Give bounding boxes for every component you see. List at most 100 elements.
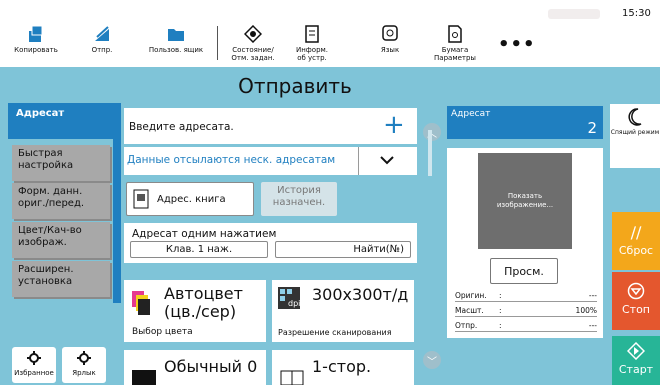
- top-toolbar: Копировать Отпр. Пользов. ящик Состояние…: [0, 0, 660, 67]
- add-destination-icon[interactable]: +: [383, 112, 405, 138]
- language-label: Язык: [380, 46, 400, 54]
- favorites-button[interactable]: Избранное: [12, 347, 56, 383]
- tab-active-stripe: [113, 103, 121, 303]
- resolution-caption: Разрешение сканирования: [278, 328, 392, 337]
- shortcut-button[interactable]: Ярлык: [62, 347, 106, 383]
- tab-destination[interactable]: Адресат: [8, 103, 118, 139]
- density-value: Обычный 0: [164, 357, 258, 376]
- preview-panel: Показать изображение... Просм. Оригин. :…: [447, 148, 603, 338]
- more-button[interactable]: •••: [498, 34, 536, 55]
- status-label: Состояние/ Отм. задан.: [231, 46, 275, 62]
- toolbar-divider: [217, 26, 218, 60]
- destination-header-label: Адресат: [451, 109, 491, 119]
- copy-icon: [28, 24, 44, 44]
- start-icon: [627, 342, 645, 360]
- address-book-button[interactable]: Адрес. книга: [126, 182, 254, 216]
- chevron-down-icon[interactable]: [380, 156, 394, 165]
- info-colon: :: [499, 321, 502, 330]
- svg-text:dpi: dpi: [288, 299, 300, 308]
- reset-button[interactable]: ∕∕ Сброс: [612, 212, 660, 270]
- density-icon: [132, 370, 156, 385]
- scrollbar[interactable]: [428, 130, 432, 176]
- sleep-button[interactable]: Спящий режим: [610, 104, 660, 168]
- copy-label: Копировать: [14, 46, 58, 54]
- find-number-button[interactable]: Найти(№): [275, 241, 411, 258]
- send-button[interactable]: Отпр.: [88, 24, 116, 54]
- sleep-label: Спящий режим: [610, 129, 660, 136]
- start-button[interactable]: Старт: [612, 336, 660, 385]
- info-value: ---: [588, 321, 597, 330]
- scroll-up-button[interactable]: ︿: [423, 123, 441, 141]
- page-title: Отправить: [238, 74, 352, 98]
- resolution-icon: dpi: [278, 287, 300, 309]
- shortcut-label: Ярлык: [72, 369, 96, 377]
- color-mode-icon: [132, 291, 150, 315]
- stop-button[interactable]: Стоп: [612, 272, 660, 330]
- info-row-zoom: Масшт. : 100%: [455, 306, 597, 317]
- multi-send-label: Данные отсылаются неск. адресатам: [127, 154, 336, 166]
- one-touch-key-button[interactable]: Клав. 1 наж.: [130, 241, 268, 258]
- color-value: Автоцвет (цв./сер): [164, 284, 243, 321]
- paper-settings-label: Бумага Параметры: [434, 46, 476, 62]
- status-button[interactable]: Состояние/ Отм. задан.: [228, 24, 278, 62]
- reset-label: Сброс: [618, 244, 654, 257]
- copy-button[interactable]: Копировать: [14, 24, 58, 54]
- tab-original-format[interactable]: Форм. данн. ориг./перед.: [12, 183, 110, 219]
- multi-send-row[interactable]: Данные отсылаются неск. адресатам: [124, 147, 417, 175]
- sides-value: 1-стор.: [312, 357, 372, 376]
- info-colon: :: [499, 306, 502, 315]
- send-icon: [93, 24, 111, 44]
- stop-label: Стоп: [621, 303, 650, 316]
- paper-settings-icon: [448, 24, 462, 44]
- density-card[interactable]: Обычный 0: [124, 350, 266, 385]
- one-touch-label: Адресат одним нажатием: [132, 228, 277, 240]
- status-area: [548, 9, 600, 19]
- start-label: Старт: [618, 363, 654, 376]
- info-row-original: Оригин. : ---: [455, 291, 597, 302]
- info-value: 100%: [575, 306, 597, 315]
- stop-icon: [627, 282, 645, 300]
- one-sided-icon: [280, 370, 304, 385]
- color-caption: Выбор цвета: [132, 327, 193, 337]
- destination-header[interactable]: Адресат 2: [447, 106, 603, 139]
- info-key: Оригин.: [455, 291, 487, 300]
- tab-color-quality[interactable]: Цвет/Кач-во изображ.: [12, 222, 110, 258]
- resolution-value: 300x300т/д: [312, 285, 409, 304]
- info-row-send: Отпр. : ---: [455, 321, 597, 332]
- user-box-button[interactable]: Пользов. ящик: [146, 24, 206, 54]
- enter-destination-row[interactable]: Введите адресата.: [124, 108, 417, 144]
- device-info-icon: [305, 24, 319, 44]
- history-button[interactable]: История назначен.: [261, 182, 337, 216]
- scroll-down-button[interactable]: ﹀: [423, 351, 441, 369]
- device-info-button[interactable]: Информ. об устр.: [292, 24, 332, 62]
- color-selection-card[interactable]: Автоцвет (цв./сер) Выбор цвета: [124, 280, 266, 342]
- preview-button[interactable]: Просм.: [490, 258, 558, 284]
- gear-star-icon: [27, 351, 41, 365]
- folder-icon: [167, 24, 185, 44]
- info-key: Масшт.: [455, 306, 484, 315]
- tab-advanced[interactable]: Расширен. установка: [12, 261, 110, 297]
- info-value: ---: [588, 291, 597, 300]
- send-label: Отпр.: [91, 46, 113, 54]
- gear-icon: [77, 351, 91, 365]
- moon-icon: [628, 108, 642, 126]
- device-info-label: Информ. об устр.: [295, 46, 329, 62]
- favorites-label: Избранное: [14, 369, 54, 377]
- address-book-label: Адрес. книга: [157, 193, 226, 205]
- address-book-icon: [133, 189, 149, 209]
- tab-quick-setup[interactable]: Быстрая настройка: [12, 145, 110, 181]
- status-icon: [244, 24, 262, 44]
- divider: [358, 147, 359, 175]
- preview-image: Показать изображение...: [478, 153, 572, 249]
- enter-destination-label: Введите адресата.: [129, 121, 234, 133]
- info-colon: :: [499, 291, 502, 300]
- reset-icon: ∕∕: [630, 223, 642, 242]
- paper-settings-button[interactable]: Бумага Параметры: [432, 24, 478, 62]
- sides-card[interactable]: 1-стор.: [272, 350, 414, 385]
- destination-count: 2: [587, 119, 597, 137]
- user-box-label: Пользов. ящик: [148, 46, 204, 54]
- clock: 15:30: [622, 8, 651, 19]
- resolution-card[interactable]: dpi 300x300т/д Разрешение сканирования: [272, 280, 414, 342]
- language-button[interactable]: Язык: [378, 24, 402, 54]
- language-icon: [382, 24, 398, 44]
